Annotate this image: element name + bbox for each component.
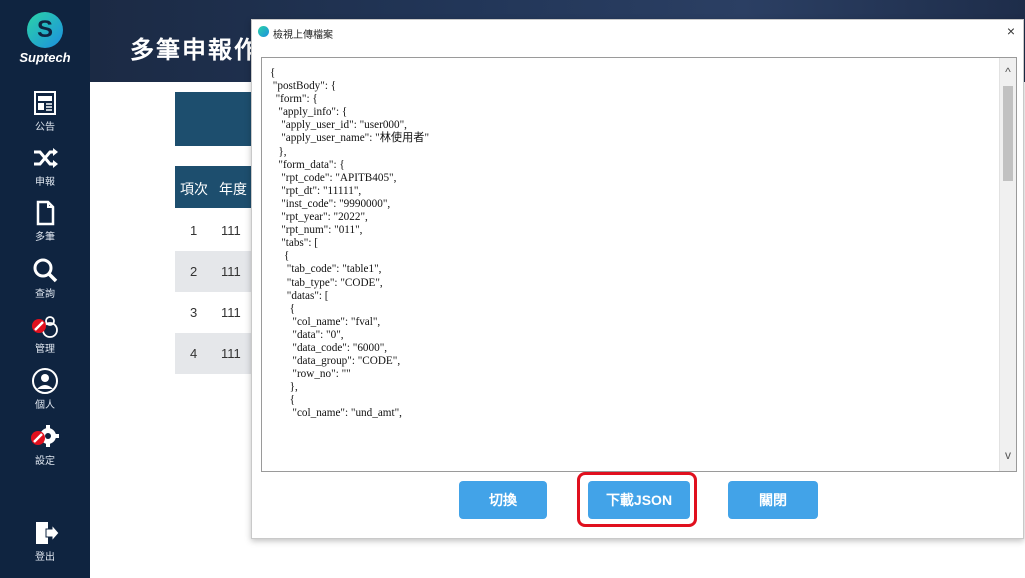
document-icon [36,200,55,226]
sidebar-item-label: 多筆 [35,232,55,243]
sidebar-item-announcement[interactable]: 公告 [0,88,90,133]
announcement-icon [34,91,56,115]
logout-icon [36,522,60,544]
sidebar-item-label: 設定 [35,456,55,467]
download-json-button[interactable]: 下載JSON [588,481,690,519]
sidebar-item-admin[interactable]: 管理 [0,310,90,355]
sidebar-item-profile[interactable]: 個人 [0,366,90,411]
suptech-logo-icon: S [27,12,63,48]
close-button[interactable]: 關閉 [728,481,818,519]
dialog-title: 檢視上傳檔案 [273,30,333,41]
sidebar-item-batch[interactable]: 多筆 [0,198,90,243]
gear-icon [31,425,59,447]
search-icon [33,258,58,283]
table-row[interactable]: 3 111 [175,292,255,333]
table-row[interactable]: 2 111 [175,251,255,292]
table-cell: 111 [221,223,241,238]
table-cell: 3 [190,305,198,320]
sidebar-item-report[interactable]: 申報 [0,143,90,188]
sidebar-item-settings[interactable]: 設定 [0,422,90,467]
switch-button[interactable]: 切換 [459,481,547,519]
table-cell: 4 [190,346,198,361]
json-content: { "postBody": { "form": { "apply_info": … [270,67,430,420]
users-admin-icon [32,316,58,338]
sidebar-item-label: 登出 [35,552,55,563]
app-window: S Suptech 公告 申報 多筆 查詢 管理 個人 設定 登出 多筆申報作 … [0,0,1025,578]
sidebar-item-label: 個人 [35,400,55,411]
dialog-titlebar[interactable]: 檢視上傳檔案 × [252,20,1023,44]
brand-name: Suptech [19,50,71,65]
column-header: 項次 [180,181,208,197]
json-preview-textarea[interactable]: { "postBody": { "form": { "apply_info": … [261,57,1017,472]
dialog-close-button[interactable]: × [1007,23,1015,39]
sidebar-item-query[interactable]: 查詢 [0,255,90,300]
table-row[interactable]: 1 111 [175,210,255,251]
table-cell: 111 [221,264,241,279]
table-cell: 111 [221,305,241,320]
sidebar-item-label: 管理 [35,344,55,355]
sidebar-item-label: 公告 [35,122,55,133]
table-cell: 2 [190,264,198,279]
page-title: 多筆申報作 [130,37,260,64]
column-header: 年度 [219,181,247,197]
table-row[interactable]: 4 111 [175,333,255,374]
app-logo-icon [258,26,269,37]
table-cell: 1 [190,223,198,238]
sidebar-item-label: 查詢 [35,289,55,300]
table-header: 項次 年度 [175,166,255,208]
user-icon [32,368,58,394]
filter-band [175,92,255,146]
brand-logo[interactable]: S Suptech [0,12,90,65]
shuffle-icon [34,148,58,168]
table-cell: 111 [221,346,241,361]
sidebar: S Suptech 公告 申報 多筆 查詢 管理 個人 設定 登出 [0,0,90,578]
sidebar-item-logout[interactable]: 登出 [0,518,90,563]
view-upload-dialog: 檢視上傳檔案 × { "postBody": { "form": { "appl… [251,19,1024,539]
sidebar-item-label: 申報 [35,177,55,188]
vertical-scrollbar[interactable]: ^ v [999,58,1016,471]
scroll-up-arrow-icon[interactable]: ^ [1002,66,1014,78]
scroll-thumb[interactable] [1003,86,1013,181]
scroll-down-arrow-icon[interactable]: v [1002,449,1014,461]
